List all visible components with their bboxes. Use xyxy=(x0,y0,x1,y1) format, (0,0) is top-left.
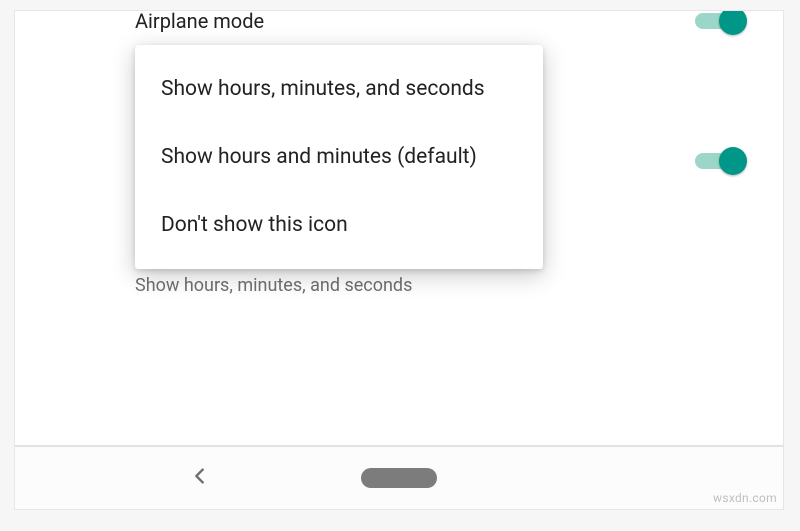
screen: Airplane mode Time Show hours, minutes, xyxy=(14,10,784,510)
setting-row-airplane[interactable]: Airplane mode xyxy=(15,10,783,43)
menu-option-hm-default[interactable]: Show hours and minutes (default) xyxy=(135,123,543,191)
back-icon[interactable] xyxy=(189,465,211,491)
home-pill-icon[interactable] xyxy=(361,468,437,488)
toggle-middle[interactable] xyxy=(693,149,743,173)
toggle-thumb xyxy=(719,147,747,175)
menu-option-hms[interactable]: Show hours, minutes, and seconds xyxy=(135,55,543,123)
android-nav-bar xyxy=(15,445,783,509)
watermark: wsxdn.com xyxy=(713,491,777,505)
popup-menu: Show hours, minutes, and seconds Show ho… xyxy=(135,45,543,269)
toggle-airplane[interactable] xyxy=(693,10,743,33)
menu-option-dont-show[interactable]: Don't show this icon xyxy=(135,191,543,259)
toggle-thumb xyxy=(719,10,747,35)
setting-subtitle: Show hours, minutes, and seconds xyxy=(135,275,412,296)
setting-title: Airplane mode xyxy=(135,10,264,33)
